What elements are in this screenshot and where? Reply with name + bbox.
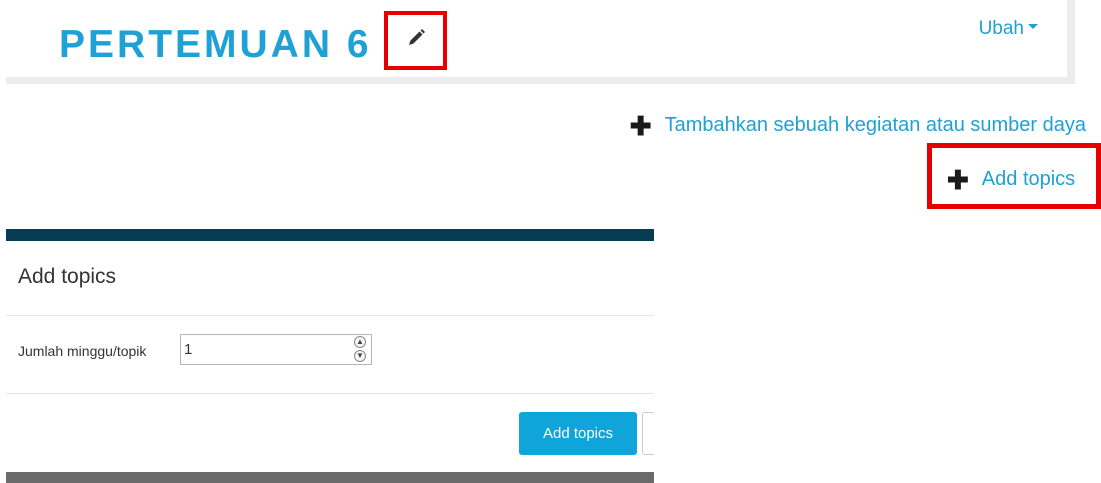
number-spinner[interactable]: ▲ ▼ <box>354 336 368 364</box>
edit-menu[interactable]: Ubah <box>979 18 1038 40</box>
dialog-header-bar <box>6 229 654 241</box>
dialog-body: Jumlah minggu/topik ▲ ▼ <box>6 316 654 394</box>
section-header: PERTEMUAN 6 Ubah <box>6 0 1075 84</box>
caret-down-icon <box>1028 24 1038 30</box>
topics-count-label: Jumlah minggu/topik <box>18 343 147 359</box>
topics-count-input[interactable] <box>180 334 372 365</box>
section-title: PERTEMUAN 6 <box>59 23 372 66</box>
edit-section-title-button[interactable] <box>384 11 447 70</box>
add-topics-submit-button[interactable]: Add topics <box>519 412 637 455</box>
plus-icon: ✚ <box>947 164 969 195</box>
add-topics-label: Add topics <box>981 168 1076 190</box>
pencil-icon <box>406 28 426 53</box>
cancel-button[interactable] <box>642 412 654 455</box>
dialog-title: Add topics <box>6 241 654 316</box>
decrement-icon[interactable]: ▼ <box>354 350 366 362</box>
dialog-footer: Add topics <box>6 394 654 465</box>
dialog-bottom-bar <box>6 472 654 483</box>
plus-icon: ✚ <box>629 110 652 141</box>
add-topics-dialog: Add topics Jumlah minggu/topik ▲ ▼ Add t… <box>6 229 654 483</box>
add-activity-link[interactable]: ✚ Tambahkan sebuah kegiatan atau sumber … <box>629 110 1086 141</box>
edit-menu-label: Ubah <box>978 18 1024 39</box>
add-activity-label: Tambahkan sebuah kegiatan atau sumber da… <box>664 114 1086 136</box>
increment-icon[interactable]: ▲ <box>354 336 366 348</box>
add-topics-link[interactable]: ✚ Add topics <box>947 164 1076 195</box>
